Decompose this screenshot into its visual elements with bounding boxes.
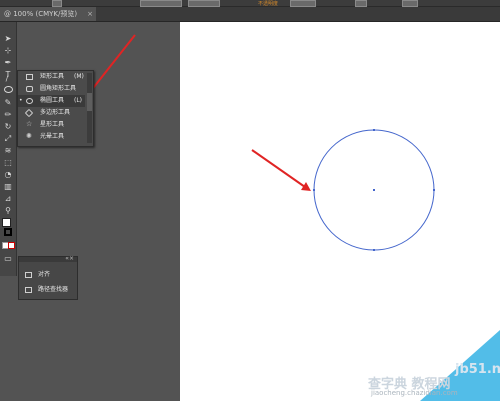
align-icon — [25, 272, 32, 278]
anchor-point[interactable] — [373, 129, 375, 131]
fill-swatch[interactable] — [2, 218, 11, 227]
control-dropdown[interactable] — [140, 0, 182, 7]
flyout-item-label: 多边形工具 — [40, 109, 71, 116]
flyout-item-label: 矩形工具 — [40, 73, 65, 80]
zoom-icon[interactable]: ⚲ — [3, 206, 13, 215]
flyout-scrollbar[interactable] — [87, 73, 92, 143]
polygon-icon — [24, 108, 34, 118]
free-transform-icon[interactable]: ⬚ — [3, 158, 13, 167]
center-point — [373, 189, 375, 191]
direct-selection-icon[interactable]: ⊹ — [3, 46, 13, 55]
flyout-item-rectangle[interactable]: 矩形工具 (M) — [18, 71, 85, 83]
control-button[interactable] — [402, 0, 418, 7]
pathfinder-icon — [25, 287, 32, 293]
flyout-item-ellipse[interactable]: • 椭圆工具 (L) — [18, 95, 85, 107]
anchor-point[interactable] — [373, 249, 375, 251]
anchor-point[interactable] — [433, 189, 435, 191]
ellipse-icon — [26, 98, 33, 104]
docked-panel: «× 对齐 路径查找器 — [18, 255, 78, 300]
star-icon: ☆ — [26, 120, 33, 128]
flyout-item-label: 椭圆工具 — [40, 97, 65, 104]
flyout-item-label: 星形工具 — [40, 121, 65, 128]
watermark-line1: jb51.net — [455, 362, 500, 377]
control-swatch[interactable] — [52, 0, 62, 7]
panel-item-label: 对齐 — [38, 271, 51, 278]
stroke-swatch[interactable] — [4, 228, 12, 236]
control-button[interactable] — [355, 0, 367, 7]
flyout-item-shortcut: (L) — [74, 97, 83, 104]
close-icon[interactable]: × — [87, 7, 93, 21]
scrollbar-thumb[interactable] — [87, 93, 92, 111]
anchor-point[interactable] — [313, 189, 315, 191]
rectangle-icon — [26, 74, 33, 80]
pen-icon[interactable]: ✒ — [3, 58, 13, 67]
control-field[interactable] — [188, 0, 220, 7]
width-icon[interactable]: ≋ — [3, 146, 13, 155]
watermark-line3: jiaocheng.chazidian.com — [371, 389, 458, 397]
shape-builder-icon[interactable]: ◔ — [3, 170, 13, 179]
paintbrush-icon[interactable]: ✎ — [3, 98, 13, 107]
flyout-item-shortcut: (M) — [74, 73, 84, 80]
graph-icon[interactable]: ▥ — [3, 182, 13, 191]
artboard[interactable] — [180, 22, 500, 401]
flare-icon: ✺ — [26, 132, 32, 140]
annotation-arrow — [89, 34, 136, 93]
rotate-icon[interactable]: ↻ — [3, 122, 13, 131]
none-icon[interactable] — [8, 242, 15, 249]
selection-icon[interactable]: ➤ — [3, 34, 13, 43]
control-bar: 不透明度 — [0, 0, 500, 7]
panel-item-label: 路径查找器 — [38, 286, 69, 293]
line-icon[interactable]: / — [2, 74, 12, 83]
scale-icon[interactable]: ⤢ — [3, 134, 13, 143]
opacity-label[interactable]: 不透明度 — [258, 0, 278, 7]
shape-tools-flyout: 矩形工具 (M) 圆角矩形工具 • 椭圆工具 (L) 多边形工具 ☆ 星形工具 … — [17, 70, 94, 147]
panel-item-pathfinder[interactable]: 路径查找器 — [19, 283, 77, 297]
flyout-item-polygon[interactable]: 多边形工具 — [18, 107, 85, 119]
flyout-item-star[interactable]: ☆ 星形工具 — [18, 119, 85, 131]
panel-header[interactable]: «× — [19, 255, 77, 262]
pencil-icon[interactable]: ✏ — [3, 110, 13, 119]
panel-menu-icon[interactable]: «× — [65, 255, 74, 262]
ellipse-icon[interactable] — [4, 86, 13, 93]
canvas-drawing — [313, 129, 435, 251]
rounded-rectangle-icon — [26, 86, 33, 92]
panel-item-align[interactable]: 对齐 — [19, 268, 77, 282]
flyout-item-rounded-rectangle[interactable]: 圆角矩形工具 — [18, 83, 85, 95]
screen-mode-icon[interactable]: ▭ — [3, 254, 13, 263]
eyedropper-icon[interactable]: ⊿ — [3, 194, 13, 203]
flyout-item-label: 圆角矩形工具 — [40, 85, 77, 92]
flyout-item-label: 光晕工具 — [40, 133, 65, 140]
flyout-item-flare[interactable]: ✺ 光晕工具 — [18, 131, 85, 143]
opacity-field[interactable] — [290, 0, 316, 7]
document-tab-bar: @ 100% (CMYK/预览) × — [0, 7, 500, 22]
selected-marker: • — [19, 97, 23, 104]
document-tab-label: @ 100% (CMYK/预览) — [4, 10, 78, 18]
document-tab[interactable]: @ 100% (CMYK/预览) × — [0, 7, 96, 21]
tools-panel: ➤ ⊹ ✒ T / ✎ ✏ ↻ ⤢ ≋ ⬚ ◔ ▥ ⊿ ⚲ ▭ — [0, 22, 17, 276]
